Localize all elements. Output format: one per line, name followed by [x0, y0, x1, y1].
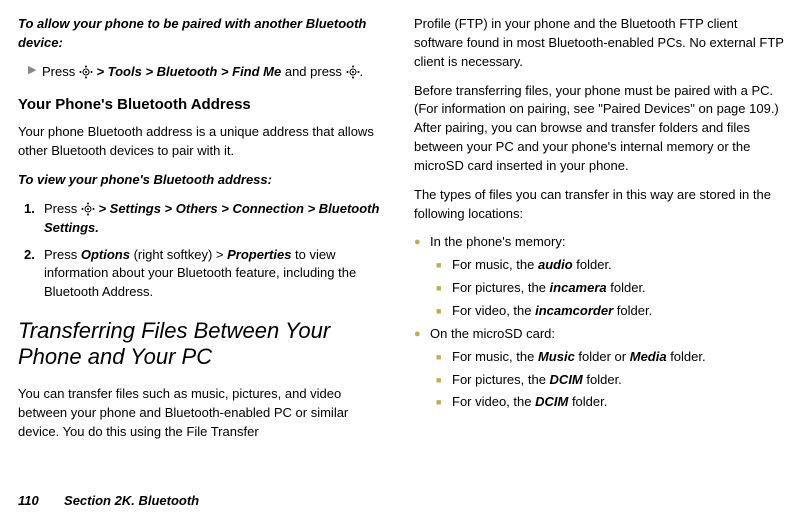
bullet-text: For video, the DCIM folder.: [452, 393, 607, 412]
page-number: 110: [18, 493, 39, 508]
bullet-square-icon: ■: [436, 348, 452, 367]
bullet-text: For pictures, the incamera folder.: [452, 279, 646, 298]
intro-pairing: To allow your phone to be paired with an…: [18, 15, 392, 53]
step-1: 1. Press > Settings > Others > Connectio…: [24, 200, 392, 238]
page-footer: 110 Section 2K. Bluetooth: [18, 492, 199, 511]
bullet-square-icon: ■: [436, 393, 452, 412]
instruction-text: Press > Tools > Bluetooth > Find Me and …: [42, 63, 363, 82]
para-file-types: The types of files you can transfer in t…: [414, 186, 788, 224]
para-before-transfer: Before transferring files, your phone mu…: [414, 82, 788, 176]
step-text: Press Options (right softkey) > Properti…: [44, 246, 392, 303]
intro-view-address: To view your phone's Bluetooth address:: [18, 171, 392, 190]
bullet-pictures-dcim: ■ For pictures, the DCIM folder.: [436, 371, 788, 390]
right-column: Profile (FTP) in your phone and the Blue…: [414, 15, 788, 451]
list-marker-arrow: ▶: [28, 63, 42, 82]
para-bt-address: Your phone Bluetooth address is a unique…: [18, 123, 392, 161]
bullet-music-microsd: ■ For music, the Music folder or Media f…: [436, 348, 788, 367]
bullet-square-icon: ■: [436, 256, 452, 275]
bullet-square-icon: ■: [436, 302, 452, 321]
bullet-text: For music, the Music folder or Media fol…: [452, 348, 706, 367]
bullet-text: For pictures, the DCIM folder.: [452, 371, 622, 390]
nav-icon: [79, 65, 93, 79]
bullet-text: For video, the incamcorder folder.: [452, 302, 652, 321]
nav-icon: [81, 202, 95, 216]
step-2: 2. Press Options (right softkey) > Prope…: [24, 246, 392, 303]
left-column: To allow your phone to be paired with an…: [18, 15, 392, 451]
bullet-disc-icon: ●: [414, 325, 430, 344]
bullet-pictures-incamera: ■ For pictures, the incamera folder.: [436, 279, 788, 298]
para-transfer-intro: You can transfer files such as music, pi…: [18, 385, 392, 442]
nav-icon: [346, 65, 360, 79]
bullet-text: For music, the audio folder.: [452, 256, 612, 275]
section-label: Section 2K. Bluetooth: [64, 493, 199, 508]
bullet-disc-icon: ●: [414, 233, 430, 252]
bullet-phone-memory: ● In the phone's memory:: [414, 233, 788, 252]
bullet-video-incamcorder: ■ For video, the incamcorder folder.: [436, 302, 788, 321]
step-text: Press > Settings > Others > Connection >…: [44, 200, 392, 238]
step-number: 1.: [24, 200, 44, 238]
bullet-music-audio: ■ For music, the audio folder.: [436, 256, 788, 275]
bullet-microsd: ● On the microSD card:: [414, 325, 788, 344]
instruction-find-me: ▶ Press > Tools > Bluetooth > Find Me an…: [28, 63, 392, 82]
bullet-square-icon: ■: [436, 279, 452, 298]
step-number: 2.: [24, 246, 44, 303]
heading-bluetooth-address: Your Phone's Bluetooth Address: [18, 94, 392, 116]
para-ftp-profile: Profile (FTP) in your phone and the Blue…: [414, 15, 788, 72]
bullet-square-icon: ■: [436, 371, 452, 390]
bullet-video-dcim: ■ For video, the DCIM folder.: [436, 393, 788, 412]
heading-transferring-files: Transferring Files Between Your Phone an…: [18, 318, 392, 371]
